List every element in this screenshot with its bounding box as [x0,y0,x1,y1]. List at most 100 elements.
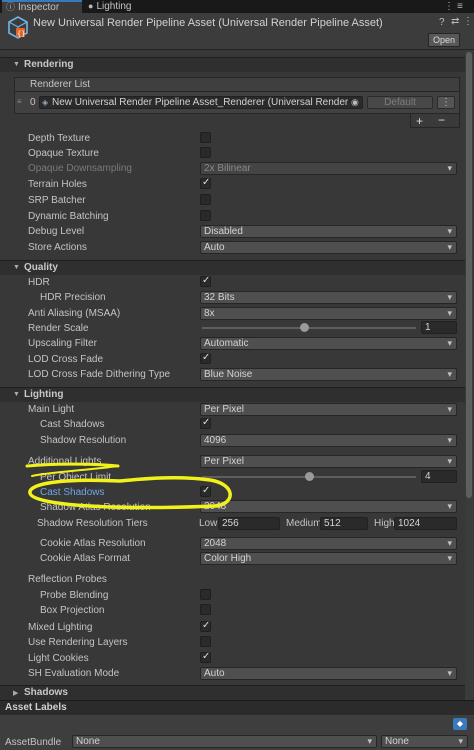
terrain-holes-checkbox[interactable] [200,177,211,189]
render-scale-field[interactable]: 1 [421,321,457,334]
per-object-limit-label: Per Object Limit [40,472,112,483]
anti-aliasing-dropdown[interactable]: 8x [200,307,457,320]
upscaling-filter-dropdown[interactable]: Automatic [200,337,457,350]
cookie-atlas-resolution-dropdown[interactable]: 2048 [200,537,457,550]
tier-high-label: High [374,518,395,529]
lod-cross-fade-checkbox[interactable] [200,352,211,364]
cookie-atlas-format-label: Cookie Atlas Format [40,553,131,564]
additional-cast-shadows-label: Cast Shadows [40,487,105,498]
tier-low-field[interactable]: 256 [218,517,280,530]
debug-level-label: Debug Level [28,226,85,237]
additional-lights-dropdown[interactable]: Per Pixel [200,455,457,468]
main-light-label: Main Light [28,404,75,415]
section-shadows[interactable]: ▶ Shadows [0,685,474,700]
drag-handle-icon[interactable]: ≡ [17,97,22,106]
cookie-atlas-resolution-label: Cookie Atlas Resolution [40,538,146,549]
hdr-precision-label: HDR Precision [40,292,106,303]
shadow-resolution-tiers-label: Shadow Resolution Tiers [37,518,148,529]
tab-lighting-label: Lighting [96,1,132,12]
section-rendering-label: Rendering [24,59,74,70]
tier-high-field[interactable]: 1024 [394,517,457,530]
asset-bundle-label: AssetBundle [5,737,62,748]
asset-bundle-dropdown[interactable]: None [72,735,377,748]
foldout-arrow-icon: ▼ [13,61,20,68]
light-cookies-checkbox[interactable] [200,651,211,663]
dynamic-batching-checkbox[interactable] [200,210,211,221]
preset-icon[interactable]: ⇄ [451,16,459,27]
box-projection-label: Box Projection [40,605,105,616]
section-quality-label: Quality [24,262,58,273]
mixed-lighting-label: Mixed Lighting [28,622,93,633]
object-picker-icon[interactable]: ◉ [351,97,359,108]
main-light-dropdown[interactable]: Per Pixel [200,403,457,416]
lod-dithering-dropdown[interactable]: Blue Noise [200,368,457,381]
light-cookies-label: Light Cookies [28,653,89,664]
srp-batcher-checkbox[interactable] [200,194,211,205]
hdr-checkbox[interactable] [200,275,211,287]
depth-texture-checkbox[interactable] [200,132,211,143]
foldout-arrow-icon: ▼ [13,264,20,271]
additional-cast-shadows-checkbox[interactable] [200,485,211,497]
store-actions-dropdown[interactable]: Auto [200,241,457,254]
hdr-precision-dropdown[interactable]: 32 Bits [200,291,457,304]
tab-lighting[interactable]: ● Lighting [84,0,164,13]
shadow-resolution-dropdown[interactable]: 4096 [200,434,457,447]
box-projection-checkbox[interactable] [200,604,211,615]
use-rendering-layers-checkbox[interactable] [200,636,211,647]
asset-bundle-variant-dropdown[interactable]: None [381,735,468,748]
opaque-downsampling-dropdown: 2x Bilinear [200,162,457,175]
shadow-atlas-resolution-dropdown[interactable]: 2048 [200,500,457,513]
asset-labels-title: Asset Labels [5,702,67,713]
tab-inspector[interactable]: ⓘ Inspector [2,0,82,13]
open-button[interactable]: Open [428,33,460,47]
tier-low-label: Low [199,518,218,529]
srp-batcher-label: SRP Batcher [28,195,86,206]
per-object-limit-slider-knob[interactable] [304,472,314,481]
asset-labels-bar[interactable] [0,700,474,715]
opaque-downsampling-label: Opaque Downsampling [28,163,132,174]
anti-aliasing-label: Anti Aliasing (MSAA) [28,308,121,319]
tier-medium-label: Medium [286,518,322,529]
default-button[interactable]: Default [367,96,433,109]
scrollbar-thumb[interactable] [466,52,472,498]
section-rendering[interactable]: ▼ Rendering [0,57,474,72]
renderer-menu-button[interactable]: ⋮ [437,96,455,109]
store-actions-label: Store Actions [28,242,87,253]
lod-dithering-label: LOD Cross Fade Dithering Type [28,369,171,380]
kebab-icon[interactable]: ⋮ [463,16,473,27]
probe-blending-checkbox[interactable] [200,589,211,600]
shadow-resolution-label: Shadow Resolution [40,435,127,446]
main-cast-shadows-checkbox[interactable] [200,417,211,429]
hdr-label: HDR [28,277,50,288]
sh-evaluation-mode-dropdown[interactable]: Auto [200,667,457,680]
label-tag-icon[interactable]: ◆ [453,718,467,730]
section-quality[interactable]: ▼ Quality [0,260,474,275]
main-cast-shadows-label: Cast Shadows [40,419,105,430]
per-object-limit-field[interactable]: 4 [421,470,457,483]
additional-lights-label: Additional Lights [28,456,102,467]
tab-kebab-icon[interactable]: ⋮ [444,1,454,12]
section-lighting-label: Lighting [24,389,64,400]
reflection-probes-label: Reflection Probes [28,574,107,585]
remove-renderer-button[interactable]: − [438,113,445,127]
debug-level-dropdown[interactable]: Disabled [200,225,457,238]
foldout-arrow-icon: ▶ [13,690,19,697]
tab-menu-icon[interactable]: ≡ [457,1,463,12]
cookie-atlas-format-dropdown[interactable]: Color High [200,552,457,565]
sh-evaluation-mode-label: SH Evaluation Mode [28,668,120,679]
opaque-texture-checkbox[interactable] [200,147,211,158]
asset-title: New Universal Render Pipeline Asset (Uni… [33,17,383,29]
info-icon: ⓘ [6,2,16,12]
renderer-index: 0 [30,97,36,108]
mixed-lighting-checkbox[interactable] [200,620,211,632]
renderer-asset-icon: ◈ [42,98,49,107]
section-lighting[interactable]: ▼ Lighting [0,387,474,402]
render-scale-slider-knob[interactable] [300,323,310,332]
probe-blending-label: Probe Blending [40,590,109,601]
tier-medium-field[interactable]: 512 [320,517,368,530]
section-shadows-label: Shadows [24,687,68,698]
upscaling-filter-label: Upscaling Filter [28,338,97,349]
help-icon[interactable]: ? [439,17,445,28]
add-renderer-button[interactable]: + [416,114,423,128]
renderer-object-value: New Universal Render Pipeline Asset_Rend… [52,97,348,108]
